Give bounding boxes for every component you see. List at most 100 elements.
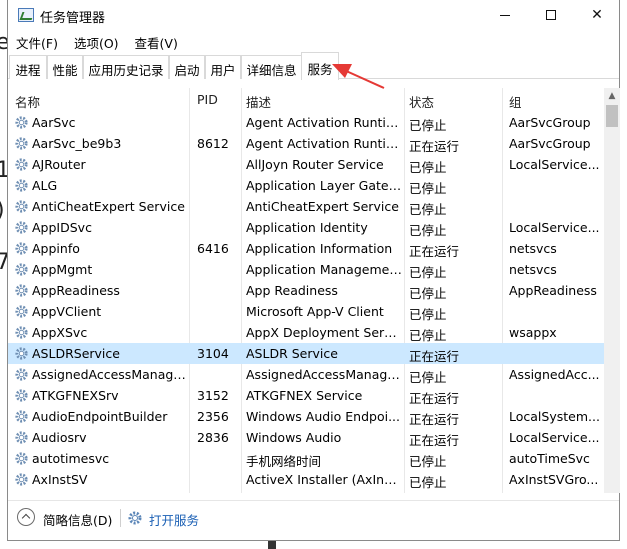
service-description: Application Layer Gatew... (246, 178, 402, 193)
minimize-button[interactable] (482, 0, 528, 30)
service-description: ATKGFNEX Service (246, 388, 363, 403)
service-pid: 8612 (197, 136, 229, 151)
service-name: ASLDRService (32, 346, 120, 361)
service-description: ASLDR Service (246, 346, 338, 361)
column-header-group[interactable]: 组 (509, 92, 522, 111)
tab-performance[interactable]: 性能 (47, 55, 83, 79)
maximize-button[interactable] (528, 0, 574, 30)
service-group: LocalService... (509, 220, 600, 235)
service-status: 已停止 (409, 202, 447, 217)
service-status: 已停止 (409, 370, 447, 385)
tab-users[interactable]: 用户 (205, 55, 241, 79)
service-pid: 3152 (197, 388, 229, 403)
service-status: 已停止 (409, 160, 447, 175)
column-header-name[interactable]: 名称 (15, 92, 40, 111)
menu-options[interactable]: 选项(O) (66, 30, 127, 52)
service-name: AntiCheatExpert Service (32, 199, 185, 214)
table-row[interactable]: Audiosrv 2836 Windows Audio 正在运行 LocalServic… (8, 427, 604, 448)
services-table: 名称 ^ PID 描述 状态 组 AarSvc Agent Activation … (8, 88, 604, 493)
menu-file[interactable]: 文件(F) (8, 30, 66, 52)
close-button[interactable]: ✕ (574, 0, 620, 30)
menu-bar: 文件(F) 选项(O) 查看(V) (8, 30, 619, 52)
service-status: 已停止 (409, 223, 447, 238)
service-pid: 2356 (197, 409, 229, 424)
open-services-link[interactable]: 打开服务 (149, 510, 199, 529)
service-group: netsvcs (509, 262, 557, 277)
title-bar[interactable]: 任务管理器 ✕ (8, 0, 619, 30)
service-name: AarSvc (32, 115, 76, 130)
service-description: Microsoft App-V Client (246, 304, 384, 319)
menu-view[interactable]: 查看(V) (127, 30, 186, 52)
table-row[interactable]: AppXSvc AppX Deployment Servi... 已停止 wsappx (8, 322, 604, 343)
service-status: 正在运行 (409, 433, 460, 448)
service-name: AppXSvc (32, 325, 88, 340)
service-description: Windows Audio Endpoi... (246, 409, 401, 424)
service-name: AudioEndpointBuilder (32, 409, 168, 424)
service-status: 已停止 (409, 286, 447, 301)
service-gear-icon (15, 431, 28, 444)
service-status: 正在运行 (409, 244, 460, 259)
service-description: AllJoyn Router Service (246, 157, 384, 172)
service-group: LocalService... (509, 430, 600, 445)
tab-bar: 进程 性能 应用历史记录 启动 用户 详细信息 服务 (8, 52, 619, 80)
service-gear-icon (15, 179, 28, 192)
tab-app-history[interactable]: 应用历史记录 (83, 55, 169, 79)
service-status: 正在运行 (409, 412, 460, 427)
service-status: 正在运行 (409, 391, 460, 406)
table-row[interactable]: ATKGFNEXSrv 3152 ATKGFNEX Service 正在运行 (8, 385, 604, 406)
chevron-up-icon[interactable] (17, 508, 35, 526)
service-gear-icon (15, 410, 28, 423)
table-row[interactable]: ALG Application Layer Gatew... 已停止 (8, 175, 604, 196)
vertical-scrollbar[interactable]: ▲ (604, 88, 620, 493)
service-description: Application Management (246, 262, 402, 277)
service-gear-icon (15, 158, 28, 171)
service-name: Appinfo (32, 241, 80, 256)
service-description: AntiCheatExpert Service (246, 199, 399, 214)
column-header-pid[interactable]: PID (197, 92, 218, 107)
service-pid: 2836 (197, 430, 229, 445)
table-row[interactable]: AppVClient Microsoft App-V Client 已停止 (8, 301, 604, 322)
service-gear-icon (15, 200, 28, 213)
service-group: AarSvcGroup (509, 115, 591, 130)
table-row[interactable]: autotimesvc 手机网络时间 已停止 autoTimeSvc (8, 448, 604, 469)
services-gear-icon (128, 511, 142, 525)
service-description: Application Information (246, 241, 393, 256)
service-gear-icon (15, 473, 28, 486)
fewer-details-button[interactable]: 简略信息(D) (43, 510, 112, 529)
table-row[interactable]: AntiCheatExpert Service AntiCheatExpert S… (8, 196, 604, 217)
service-group: autoTimeSvc (509, 451, 590, 466)
column-header-status[interactable]: 状态 (409, 92, 434, 111)
table-row[interactable]: AarSvc_be9b3 8612 Agent Activation Runtim.… (8, 133, 604, 154)
service-status: 已停止 (409, 118, 447, 133)
tab-services[interactable]: 服务 (301, 52, 339, 80)
service-gear-icon (15, 452, 28, 465)
table-row[interactable]: AppReadiness App Readiness 已停止 AppReadiness (8, 280, 604, 301)
table-row[interactable]: AppMgmt Application Management 已停止 netsvcs (8, 259, 604, 280)
service-name: AppVClient (32, 304, 102, 319)
table-row[interactable]: AxInstSV ActiveX Installer (AxInst... 已停止 A… (8, 469, 604, 490)
column-header-description[interactable]: 描述 (246, 92, 271, 111)
task-manager-icon (18, 8, 34, 22)
table-row[interactable]: AudioEndpointBuilder 2356 Windows Audio En… (8, 406, 604, 427)
service-name: ATKGFNEXSrv (32, 388, 119, 403)
table-row[interactable]: ASLDRService 3104 ASLDR Service 正在运行 (8, 343, 604, 364)
tab-startup[interactable]: 启动 (169, 55, 205, 79)
table-row[interactable]: AarSvc Agent Activation Runtime 已停止 AarSvcG… (8, 112, 604, 133)
table-row[interactable]: Appinfo 6416 Application Information 正在运行 ne… (8, 238, 604, 259)
close-icon: ✕ (591, 7, 603, 23)
table-row[interactable]: AJRouter AllJoyn Router Service 已停止 LocalSe… (8, 154, 604, 175)
maximize-icon (546, 10, 556, 20)
service-status: 已停止 (409, 307, 447, 322)
service-name: autotimesvc (32, 451, 110, 466)
table-row[interactable]: AssignedAccessManager... AssignedAccessMa… (8, 364, 604, 385)
service-pid: 3104 (197, 346, 229, 361)
table-row[interactable]: AppIDSvc Application Identity 已停止 LocalServ… (8, 217, 604, 238)
tab-processes[interactable]: 进程 (9, 55, 47, 79)
service-gear-icon (15, 368, 28, 381)
service-name: AxInstSV (32, 472, 88, 487)
footer-bar: 简略信息(D) 打开服务 (8, 500, 619, 534)
tab-details[interactable]: 详细信息 (241, 55, 302, 79)
scroll-up-icon[interactable]: ▲ (604, 88, 620, 104)
service-name: AppReadiness (32, 283, 120, 298)
scrollbar-thumb[interactable] (606, 105, 618, 127)
